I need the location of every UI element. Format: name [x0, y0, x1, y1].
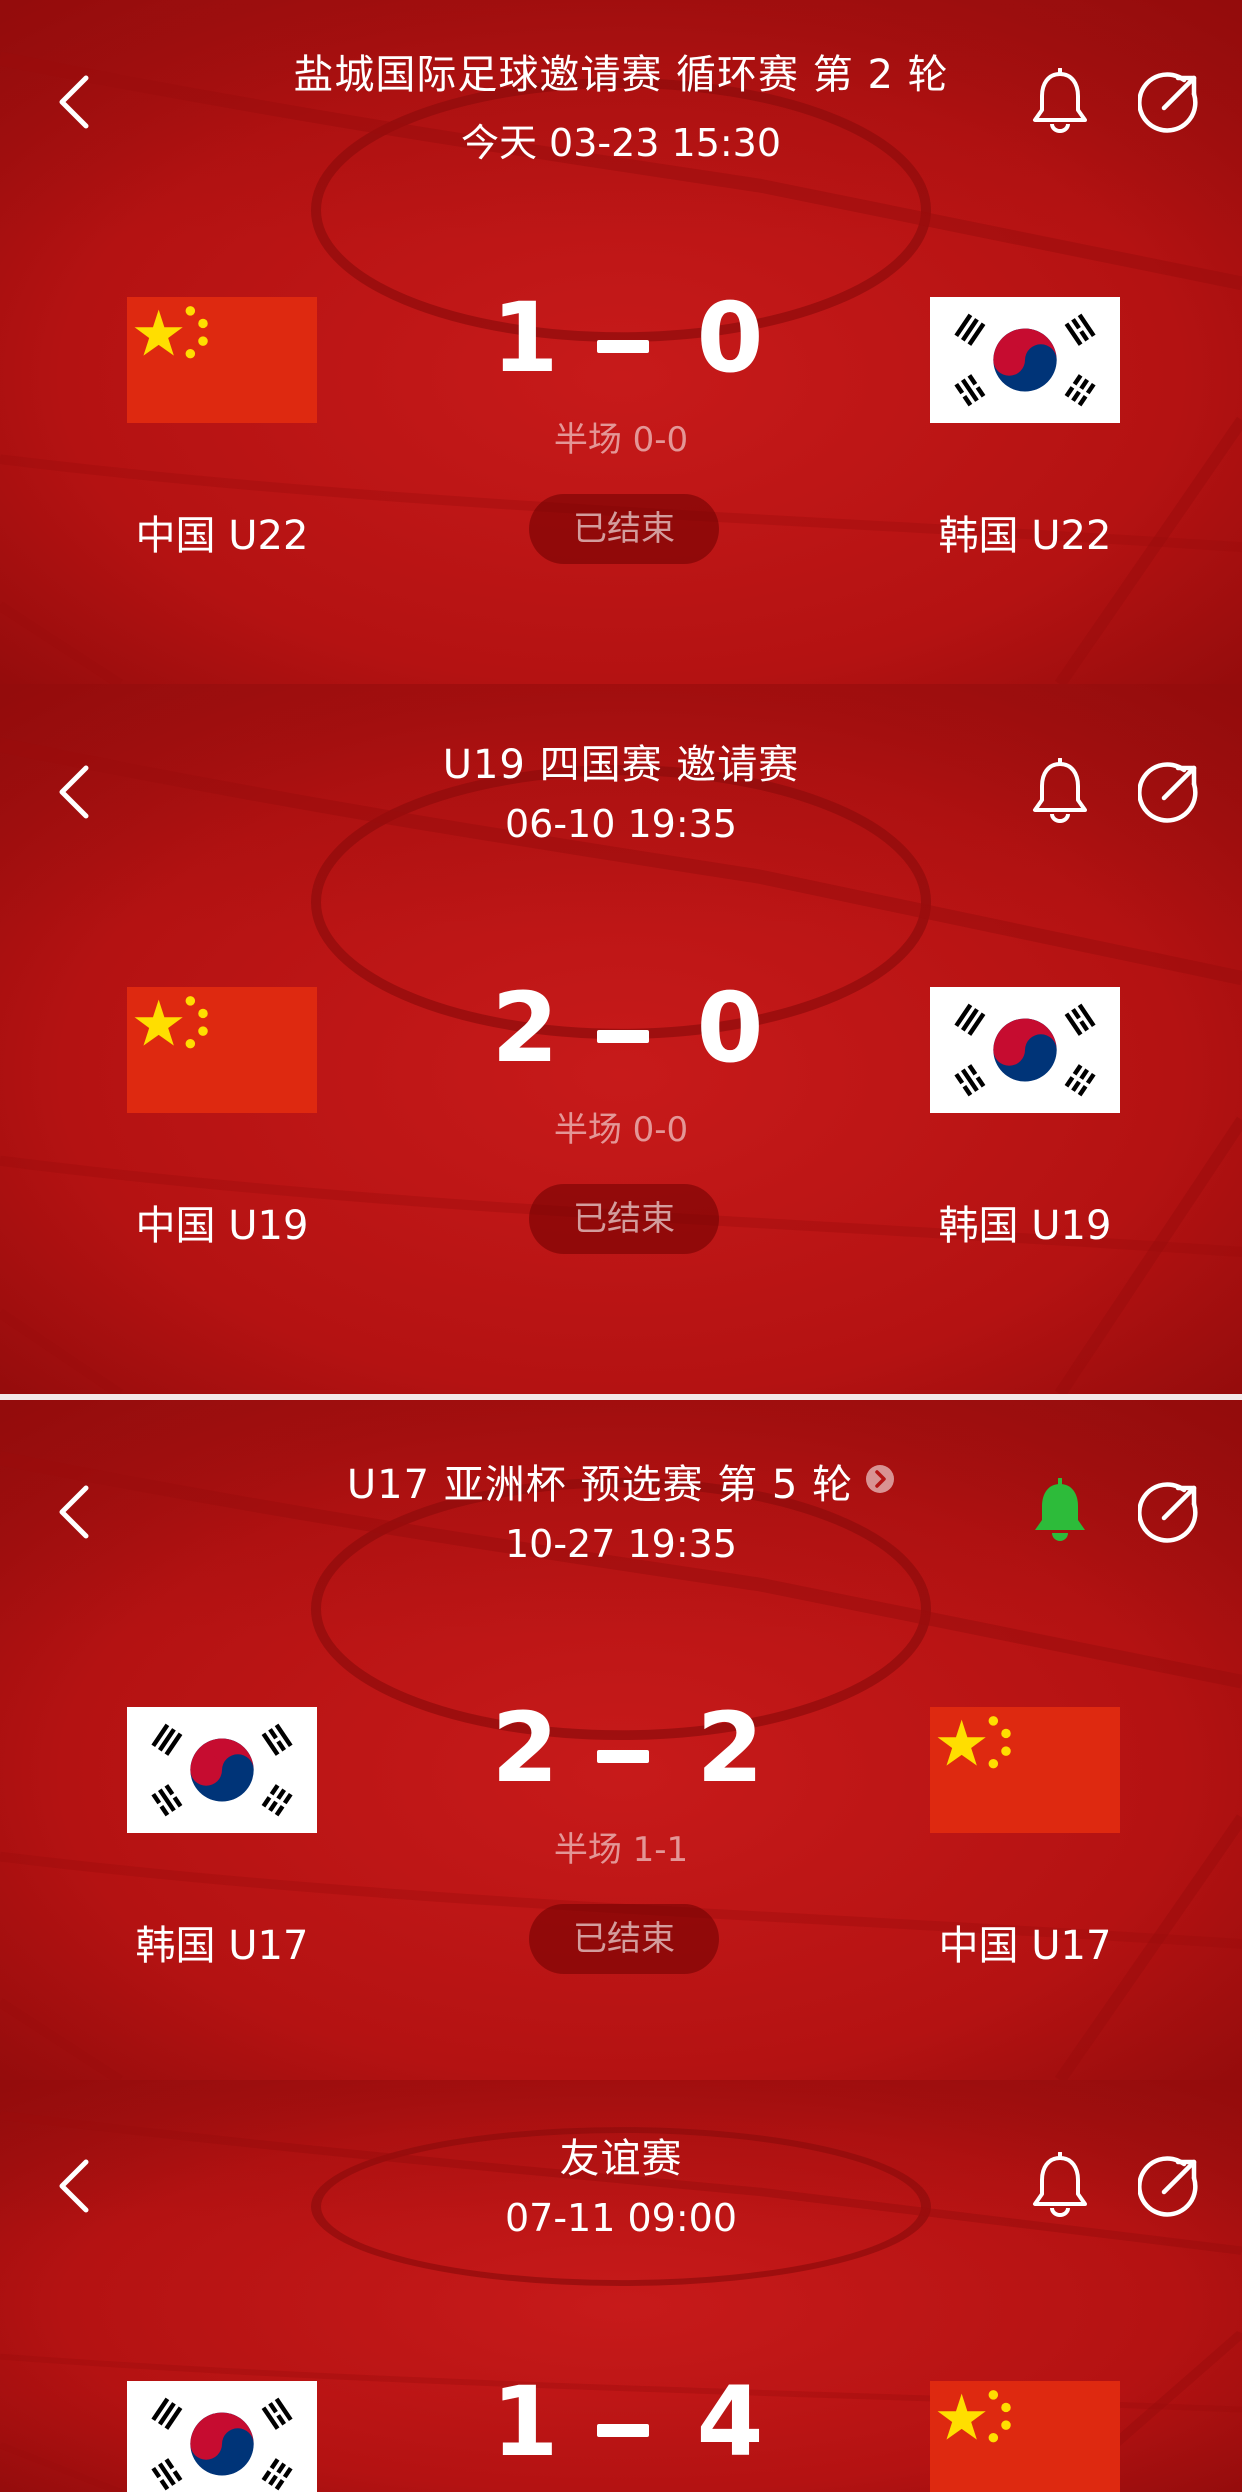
- halftime-score: 半场 0-0: [553, 420, 689, 460]
- match-card-2[interactable]: U19 四国赛 邀请赛 06-10 19:35 2 0 半场 0-0 中国 U1…: [0, 684, 1242, 1394]
- match-card-4[interactable]: 友谊赛 07-11 09:00 1 4: [0, 2080, 1242, 2492]
- away-team-name[interactable]: 韩国 U19: [875, 1193, 1175, 1251]
- match-datetime: 10-27 19:35: [504, 1522, 737, 1566]
- back-icon[interactable]: [56, 764, 92, 820]
- match-datetime: 06-10 19:35: [504, 802, 737, 846]
- match-datetime: 07-11 09:00: [504, 2196, 737, 2240]
- china-flag: [127, 987, 317, 1113]
- bell-active-icon[interactable]: [1030, 1478, 1090, 1544]
- china-flag: [930, 2381, 1120, 2492]
- back-icon[interactable]: [56, 1484, 92, 1540]
- home-team-name[interactable]: 韩国 U17: [72, 1913, 372, 1971]
- score-separator: [597, 340, 649, 353]
- away-score: 2: [696, 1692, 764, 1804]
- match-card-1[interactable]: 盐城国际足球邀请赛 循环赛 第 2 轮 今天 03-23 15:30 1 0 半…: [0, 0, 1242, 684]
- korea-flag: [930, 987, 1120, 1113]
- away-team-name[interactable]: 韩国 U22: [875, 503, 1175, 561]
- share-icon[interactable]: [1138, 2154, 1202, 2218]
- korea-flag: [127, 2381, 317, 2492]
- chevron-right-icon[interactable]: [865, 1464, 895, 1494]
- home-score: 1: [491, 2366, 559, 2478]
- share-icon[interactable]: [1138, 70, 1202, 134]
- match-datetime: 今天 03-23 15:30: [460, 121, 782, 165]
- bell-icon[interactable]: [1030, 758, 1090, 824]
- away-score: 0: [696, 972, 764, 1084]
- competition-title[interactable]: U17 亚洲杯 预选赛 第 5 轮: [200, 1452, 1042, 1510]
- away-team-name[interactable]: 中国 U17: [875, 1913, 1175, 1971]
- share-icon[interactable]: [1138, 760, 1202, 824]
- korea-flag: [930, 297, 1120, 423]
- home-score: 2: [491, 1692, 559, 1804]
- home-score: 2: [491, 972, 559, 1084]
- china-flag: [127, 297, 317, 423]
- bell-icon[interactable]: [1030, 2152, 1090, 2218]
- status-badge: 已结束: [529, 494, 719, 564]
- competition-title: 盐城国际足球邀请赛 循环赛 第 2 轮: [293, 52, 949, 98]
- competition-title: 友谊赛: [559, 2136, 683, 2182]
- back-icon[interactable]: [56, 2158, 92, 2214]
- home-team-name[interactable]: 中国 U19: [72, 1193, 372, 1251]
- korea-flag: [127, 1707, 317, 1833]
- bell-icon[interactable]: [1030, 68, 1090, 134]
- back-icon[interactable]: [56, 74, 92, 130]
- china-flag: [930, 1707, 1120, 1833]
- away-score: 4: [696, 2366, 764, 2478]
- score-separator: [597, 1750, 649, 1763]
- competition-title-text: U17 亚洲杯 预选赛 第 5 轮: [346, 1462, 854, 1508]
- match-card-3[interactable]: U17 亚洲杯 预选赛 第 5 轮 10-27 19:35 2 2 半场 1-1…: [0, 1400, 1242, 2080]
- score-separator: [597, 2424, 649, 2437]
- status-badge: 已结束: [529, 1184, 719, 1254]
- home-score: 1: [491, 282, 559, 394]
- home-team-name[interactable]: 中国 U22: [72, 503, 372, 561]
- competition-title: U19 四国赛 邀请赛: [442, 742, 800, 788]
- halftime-score: 半场 1-1: [553, 1830, 689, 1870]
- score-separator: [597, 1030, 649, 1043]
- share-icon[interactable]: [1138, 1480, 1202, 1544]
- halftime-score: 半场 0-0: [553, 1110, 689, 1150]
- away-score: 0: [696, 282, 764, 394]
- status-badge: 已结束: [529, 1904, 719, 1974]
